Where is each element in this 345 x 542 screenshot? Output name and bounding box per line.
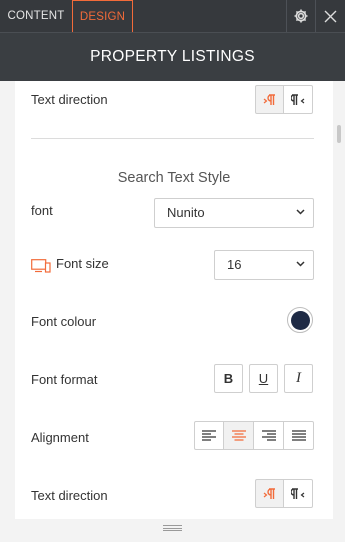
top-tab-bar: CONTENT DESIGN [0, 0, 345, 32]
align-left-button[interactable] [194, 421, 224, 450]
rtl-button[interactable] [284, 85, 313, 114]
ltr-icon [263, 93, 275, 105]
font-colour-dot [290, 310, 310, 330]
align-center-icon [231, 430, 246, 441]
align-left-icon [202, 430, 216, 441]
tab-content[interactable]: CONTENT [0, 0, 72, 32]
device-icon [31, 259, 51, 273]
close-icon [324, 10, 336, 22]
divider [31, 138, 314, 139]
close-button[interactable] [315, 0, 344, 32]
align-justify-button[interactable] [284, 421, 314, 450]
ltr-button[interactable] [255, 479, 284, 508]
rtl-button[interactable] [284, 479, 313, 508]
settings-button[interactable] [286, 0, 315, 32]
resize-handle[interactable] [163, 525, 182, 531]
text-direction-label: Text direction [31, 92, 108, 107]
font-format-label: Font format [31, 372, 98, 387]
ltr-button[interactable] [255, 85, 284, 114]
ltr-icon [263, 487, 275, 499]
bold-button[interactable]: B [214, 364, 243, 393]
scrollbar-thumb[interactable] [337, 125, 341, 143]
font-size-label: Font size [56, 256, 109, 271]
font-size-select[interactable]: 16 [214, 250, 314, 280]
align-right-icon [261, 430, 276, 441]
title-bar: PROPERTY LISTINGS [0, 32, 345, 81]
text-direction-label: Text direction [31, 488, 108, 503]
chevron-down-icon [296, 209, 305, 215]
font-select[interactable]: Nunito [154, 198, 314, 228]
italic-button[interactable]: I [284, 364, 313, 393]
font-select-value: Nunito [167, 205, 205, 220]
section-title: Search Text Style [117, 170, 231, 186]
rtl-icon [291, 487, 305, 499]
font-size-value: 16 [227, 257, 242, 272]
align-center-button[interactable] [224, 421, 254, 450]
font-label: font [31, 203, 53, 218]
design-panel: Text direction Search Text Style font Nu… [15, 81, 333, 519]
font-colour-label: Font colour [31, 314, 97, 329]
font-colour-swatch[interactable] [287, 307, 313, 333]
page-title: PROPERTY LISTINGS [90, 48, 255, 65]
align-right-button[interactable] [254, 421, 284, 450]
chevron-down-icon [296, 261, 305, 267]
tab-design[interactable]: DESIGN [72, 0, 133, 32]
gear-icon [294, 9, 308, 23]
align-justify-icon [291, 430, 306, 441]
rtl-icon [291, 93, 305, 105]
underline-button[interactable]: U [249, 364, 278, 393]
alignment-label: Alignment [31, 430, 89, 445]
